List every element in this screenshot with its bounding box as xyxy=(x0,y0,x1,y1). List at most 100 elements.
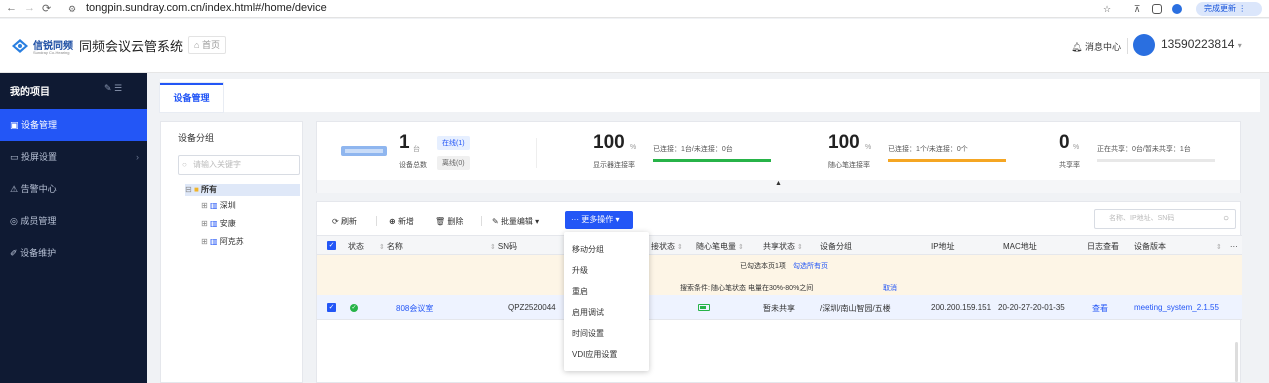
offline-badge[interactable]: 离线(0) xyxy=(437,156,470,170)
back-icon[interactable]: ← xyxy=(6,2,17,14)
sidebar-item-screen[interactable]: ▭ 投屏设置 › xyxy=(0,141,147,173)
expand-icon: ⊞ xyxy=(201,219,208,228)
screen-icon: ▭ xyxy=(10,152,19,162)
cancel-filter-link[interactable]: 取消 xyxy=(883,283,897,293)
star-icon[interactable]: ☆ xyxy=(1101,3,1113,15)
sidepanel-icon[interactable] xyxy=(1152,4,1162,14)
table-search-input[interactable]: 名称、IP地址、SN码 ○ xyxy=(1094,209,1236,229)
plus-icon: ⊕ xyxy=(389,217,396,226)
table-row[interactable]: ✓ ✓ 808会议室 QPZ2520044 暂未共享 /深圳/南山智园/五楼 2… xyxy=(317,295,1242,320)
display-rate-label: 显示器连接率 xyxy=(593,162,635,169)
sidebar-item-member[interactable]: ◎ 成员管理 xyxy=(0,205,147,237)
collapse-panel-icon[interactable]: ▲ xyxy=(317,180,1240,193)
device-mac: 20-20-27-20-01-35 xyxy=(998,303,1065,312)
menu-item-move-group[interactable]: 移动分组 xyxy=(572,244,604,255)
sidebar-item-alarm[interactable]: ⚠ 告警中心 xyxy=(0,173,147,205)
update-button[interactable]: 完成更新 ⋮ xyxy=(1196,2,1262,16)
app-header: 信锐同频 Sundray Co-Hearing 同频会议云管系统 ⌂ 首页 🔔︎… xyxy=(0,19,1269,73)
selected-count-text: 已勾选本页1项 xyxy=(740,263,786,270)
pen-connect-text: 已连接：1个/未连接：0个 xyxy=(888,146,968,153)
table-header: ✓ 状态 ⇕ 名称 ⇕ SN码 接状态 ⇕ 随心笔电量 ⇕ 共享状态 ⇕ 设备分组 … xyxy=(317,235,1242,255)
device-table-panel: ⟳ 刷新 ⊕ 新增 🗑︎ 删除 ✎ 批量编辑 ▾ ··· 更多操作 ▾ 名称、I… xyxy=(316,201,1242,383)
device-name[interactable]: 808会议室 xyxy=(396,303,433,314)
brand-subtitle: Sundray Co-Hearing xyxy=(33,50,70,55)
col-status[interactable]: 状态 xyxy=(348,241,364,252)
tree-root[interactable]: ⊟ ■ 所有 xyxy=(185,184,300,196)
col-log[interactable]: 日志查看 xyxy=(1087,241,1119,252)
address-bar[interactable]: tongpin.sundray.com.cn/index.html#/home/… xyxy=(86,2,327,14)
online-badge[interactable]: 在线(1) xyxy=(437,136,470,150)
group-panel-title: 设备分组 xyxy=(178,133,215,143)
col-ip[interactable]: IP地址 xyxy=(931,241,955,252)
device-group: /深圳/南山智园/五楼 xyxy=(820,304,891,313)
add-button[interactable]: ⊕ 新增 xyxy=(389,216,414,227)
divider xyxy=(536,138,537,168)
folder-icon: ■ xyxy=(193,185,199,194)
expand-icon: ⊞ xyxy=(201,201,208,210)
main-content: 设备管理 设备分组 ○ 请输入关键字 ⊟ ■ 所有 ⊞ ▥ 深圳 ⊞ ▥ 安康 ⊞… xyxy=(147,73,1269,383)
tree-node[interactable]: ⊞ ▥ 阿克苏 xyxy=(201,236,244,247)
stats-panel: 1 台 设备总数 在线(1) 离线(0) 100 % 显示器连接率 已连接：1台… xyxy=(316,121,1241,193)
member-icon: ◎ xyxy=(10,216,18,226)
extension-icon[interactable]: ⊼ xyxy=(1131,3,1143,15)
home-icon: ⌂ xyxy=(194,40,200,50)
pen-rate-label: 随心笔连接率 xyxy=(828,162,870,169)
more-ops-dropdown: 移动分组 升级 重启 启用调试 时间设置 VDI应用设置 xyxy=(564,232,649,371)
sidebar-item-device[interactable]: ▣ 设备管理 xyxy=(0,109,147,141)
tab-device-management[interactable]: 设备管理 xyxy=(160,83,223,112)
message-center-button[interactable]: 🔔︎ 消息中心 xyxy=(1071,40,1121,53)
display-rate: 100 xyxy=(593,132,625,153)
bell-icon: ⚠ xyxy=(10,184,19,194)
col-version[interactable]: 设备版本 ⇕ ··· xyxy=(1134,241,1238,252)
trash-icon: 🗑︎ xyxy=(435,217,446,226)
pen-progress-bar xyxy=(888,159,1006,162)
forward-icon[interactable]: → xyxy=(24,2,35,14)
batch-edit-button[interactable]: ✎ 批量编辑 ▾ xyxy=(492,216,539,227)
group-search-input[interactable]: ○ 请输入关键字 xyxy=(178,155,300,175)
col-pen-battery[interactable]: 随心笔电量 ⇕ xyxy=(696,241,746,252)
expand-icon: ⊞ xyxy=(201,237,208,246)
device-image-icon xyxy=(341,146,387,156)
scrollbar[interactable] xyxy=(1235,342,1238,382)
profile-icon[interactable] xyxy=(1172,4,1182,14)
col-connect-status[interactable]: 接状态 ⇕ xyxy=(651,241,685,252)
col-mac[interactable]: MAC地址 xyxy=(1003,241,1037,252)
tree-node[interactable]: ⊞ ▥ 深圳 xyxy=(201,200,236,211)
more-ops-button[interactable]: ··· 更多操作 ▾ xyxy=(565,211,633,229)
col-share-status[interactable]: 共享状态 ⇕ xyxy=(763,241,805,252)
pen-rate: 100 xyxy=(828,132,860,153)
sidebar-item-maintain[interactable]: ✐ 设备维护 xyxy=(0,237,147,269)
device-count: 1 xyxy=(399,132,410,153)
site-settings-icon[interactable]: ⚙ xyxy=(68,4,76,15)
search-icon: ○ xyxy=(1222,213,1229,224)
col-sn[interactable]: ⇕ SN码 xyxy=(490,241,517,252)
select-all-pages-link[interactable]: 勾选所有页 xyxy=(793,261,828,271)
device-icon: ▣ xyxy=(10,120,19,130)
col-name[interactable]: ⇕ 名称 xyxy=(379,241,403,252)
menu-item-upgrade[interactable]: 升级 xyxy=(572,265,588,276)
tree-node[interactable]: ⊞ ▥ 安康 xyxy=(201,218,236,229)
select-all-checkbox[interactable]: ✓ xyxy=(327,241,336,250)
view-log-link[interactable]: 查看 xyxy=(1092,303,1108,314)
menu-item-debug[interactable]: 启用调试 xyxy=(572,307,604,318)
search-icon: ○ xyxy=(182,160,187,169)
avatar[interactable] xyxy=(1133,34,1155,56)
menu-item-restart[interactable]: 重启 xyxy=(572,286,588,297)
row-checkbox[interactable]: ✓ xyxy=(327,303,336,312)
selection-notice: 已勾选本页1项 勾选所有页 搜索条件: 随心笔状态 电量在30%-80%之间 取… xyxy=(317,255,1242,295)
share-rate-label: 共享率 xyxy=(1059,162,1080,169)
chevron-down-icon: ▾ xyxy=(535,217,540,226)
col-group[interactable]: 设备分组 xyxy=(820,241,852,252)
collapse-icon: ⊟ xyxy=(185,185,192,194)
delete-button[interactable]: 🗑︎ 删除 xyxy=(435,216,463,227)
reload-icon[interactable]: ⟳ xyxy=(42,2,51,15)
home-tab-button[interactable]: ⌂ 首页 xyxy=(188,36,226,54)
menu-item-time[interactable]: 时间设置 xyxy=(572,328,604,339)
display-progress-bar xyxy=(653,159,771,162)
menu-item-vdi[interactable]: VDI应用设置 xyxy=(572,349,617,360)
edit-menu-icon[interactable]: ✎ ☰ xyxy=(104,83,122,94)
edit-icon: ✎ xyxy=(492,217,499,226)
user-phone[interactable]: 13590223814 ▾ xyxy=(1161,37,1242,51)
tab-bar: 设备管理 xyxy=(160,79,1260,112)
refresh-button[interactable]: ⟳ 刷新 xyxy=(332,216,357,227)
